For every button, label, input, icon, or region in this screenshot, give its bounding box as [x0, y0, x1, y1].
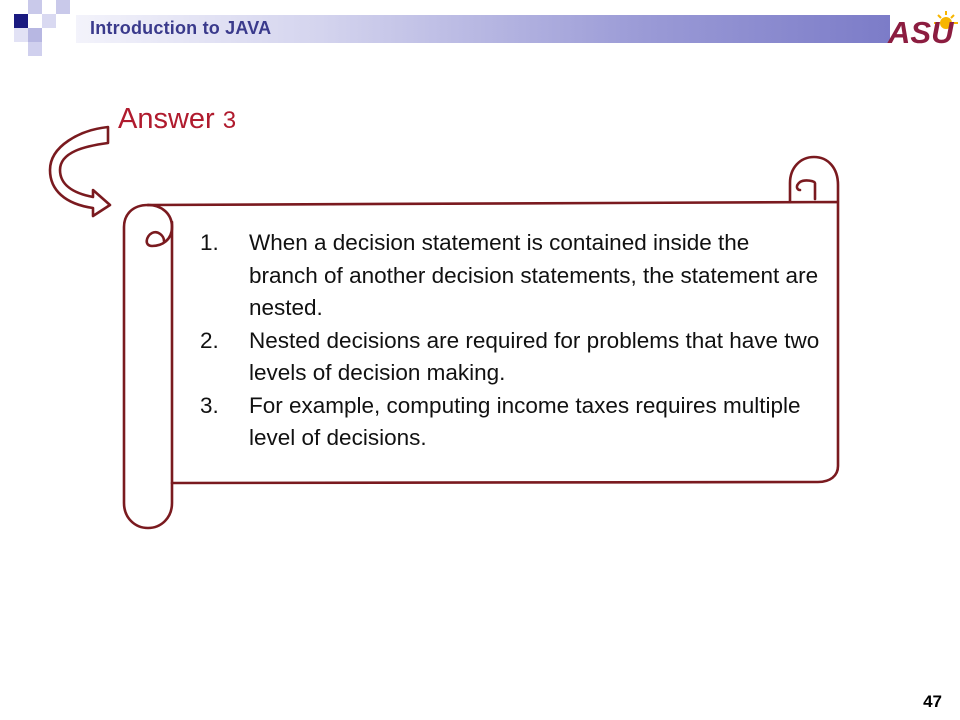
list-item: 3. For example, computing income taxes r…: [200, 390, 820, 455]
page-number: 47: [923, 692, 942, 711]
list-item: 1. When a decision statement is containe…: [200, 227, 820, 325]
list-item-marker: 1.: [200, 230, 219, 255]
list-item-text: For example, computing income taxes requ…: [249, 392, 801, 451]
list-item: 2. Nested decisions are required for pro…: [200, 325, 820, 390]
scroll-left-roll: [122, 203, 174, 530]
list-item-marker: 2.: [200, 327, 219, 353]
answer-list: 1. When a decision statement is containe…: [200, 227, 820, 455]
list-item-text: When a decision statement is contained i…: [249, 230, 819, 320]
list-item-text: Nested decisions are required for proble…: [249, 327, 820, 386]
curved-arrow-icon: [48, 125, 112, 218]
list-item-marker: 3.: [200, 392, 219, 418]
